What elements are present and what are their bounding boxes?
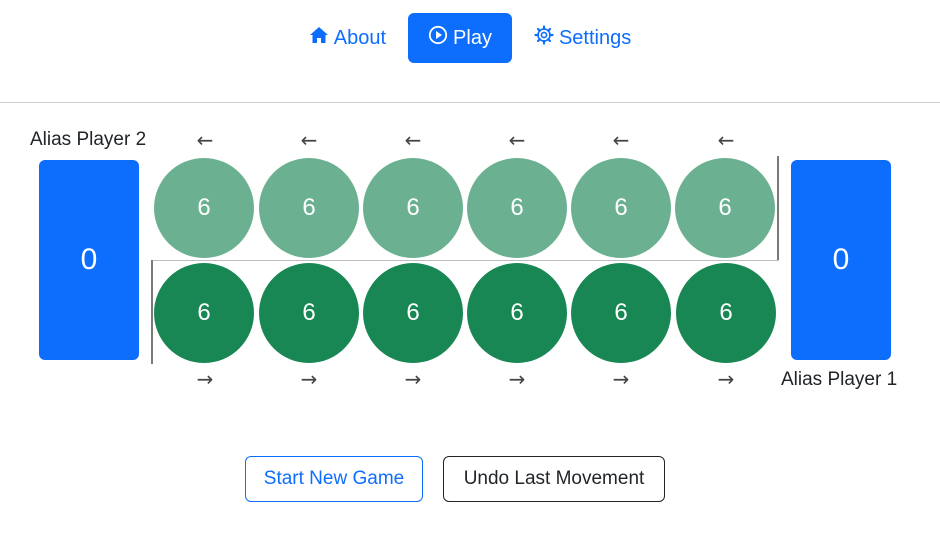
nav-settings-label: Settings	[558, 26, 632, 49]
main-nav: About Play Settings	[0, 13, 940, 63]
direction-arrow: →	[508, 367, 526, 391]
player2-alias: Alias Player 2	[30, 129, 147, 150]
undo-last-movement-button[interactable]: Undo Last Movement	[443, 456, 665, 502]
row-divider	[151, 260, 779, 261]
player2-row-bracket	[777, 156, 779, 260]
player1-pit[interactable]: 6	[571, 263, 671, 363]
player1-store: 0	[791, 160, 891, 360]
direction-arrow: ←	[300, 128, 318, 152]
player1-pit[interactable]: 6	[259, 263, 359, 363]
player1-pit[interactable]: 6	[467, 263, 567, 363]
direction-arrow: →	[300, 367, 318, 391]
player2-pit[interactable]: 6	[675, 158, 775, 258]
nav-about-label: About	[333, 26, 387, 49]
player1-alias: Alias Player 1	[781, 369, 898, 390]
nav-settings[interactable]: Settings	[518, 13, 647, 63]
direction-arrow: ←	[717, 128, 735, 152]
direction-arrow: ←	[508, 128, 526, 152]
direction-arrow: →	[717, 367, 735, 391]
player2-pit[interactable]: 6	[154, 158, 254, 258]
player1-pit[interactable]: 6	[676, 263, 776, 363]
start-new-game-button[interactable]: Start New Game	[245, 456, 423, 502]
header-divider	[0, 102, 940, 103]
nav-play[interactable]: Play	[408, 13, 512, 63]
player2-pit[interactable]: 6	[259, 158, 359, 258]
direction-arrow: ←	[612, 128, 630, 152]
direction-arrow: →	[404, 367, 422, 391]
direction-arrow: →	[612, 367, 630, 391]
player1-pit[interactable]: 6	[363, 263, 463, 363]
player2-store: 0	[39, 160, 139, 360]
direction-arrow: ←	[404, 128, 422, 152]
play-circle-icon	[428, 25, 448, 51]
player1-pit[interactable]: 6	[154, 263, 254, 363]
player2-pit[interactable]: 6	[571, 158, 671, 258]
house-icon	[309, 25, 329, 51]
direction-arrow: ←	[196, 128, 214, 152]
direction-arrow: →	[196, 367, 214, 391]
player2-pit[interactable]: 6	[467, 158, 567, 258]
player2-pit[interactable]: 6	[363, 158, 463, 258]
gear-icon	[534, 25, 554, 51]
nav-about[interactable]: About	[293, 13, 402, 63]
player1-row-bracket	[151, 260, 153, 364]
nav-play-label: Play	[453, 26, 492, 49]
